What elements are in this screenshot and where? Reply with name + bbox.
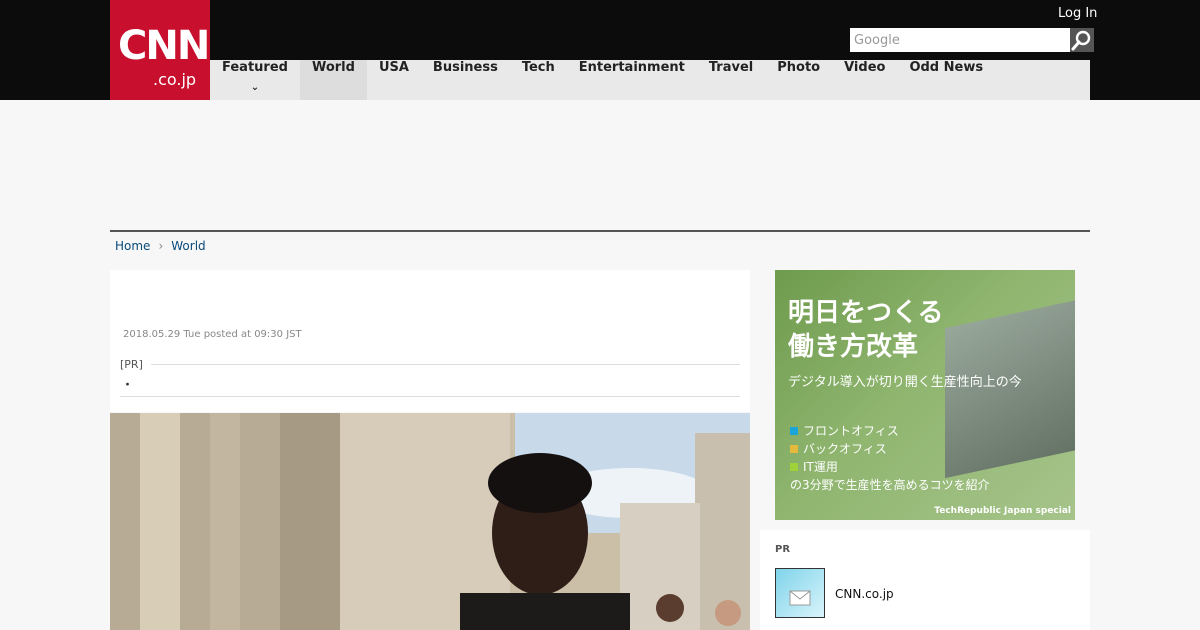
- section-divider: [110, 230, 1090, 232]
- bullet-square-icon: [790, 463, 798, 471]
- envelope-icon: [789, 590, 811, 606]
- logo-main-text: CNN: [118, 23, 210, 69]
- post-date: 2018.05.29 Tue posted at 09:30 JST: [123, 329, 302, 340]
- pr-row: [PR]: [120, 358, 740, 374]
- divider: [120, 364, 740, 365]
- pr-text[interactable]: ・: [122, 376, 133, 392]
- nav-video[interactable]: Video: [832, 60, 897, 100]
- nav-odd-news[interactable]: Odd News: [897, 60, 995, 100]
- ad-list-item: バックオフィス: [790, 441, 887, 457]
- photo-image: [110, 413, 750, 630]
- pr-item-link[interactable]: CNN.co.jp: [835, 587, 894, 601]
- ad-list-label: IT運用: [803, 460, 838, 474]
- search-icon: [1071, 30, 1091, 51]
- article-photo[interactable]: [110, 413, 750, 630]
- nav-label: Featured: [222, 60, 288, 75]
- breadcrumb: Home › World: [115, 238, 206, 254]
- ad-tagline: の3分野で生産性を高めるコツを紹介: [790, 478, 990, 492]
- search-input[interactable]: [850, 28, 1070, 52]
- nav-tech[interactable]: Tech: [510, 60, 567, 100]
- nav-travel[interactable]: Travel: [697, 60, 765, 100]
- nav-featured[interactable]: Featured ⌄: [210, 60, 300, 100]
- logo-sub-text: .co.jp: [153, 70, 197, 89]
- ad-brand: TechRepublic Japan special: [934, 506, 1071, 516]
- chevron-down-icon: ⌄: [250, 82, 260, 93]
- nav-world[interactable]: World: [299, 60, 367, 100]
- nav-entertainment[interactable]: Entertainment: [567, 60, 697, 100]
- bullet-square-icon: [790, 445, 798, 453]
- breadcrumb-home[interactable]: Home: [115, 238, 150, 254]
- ad-headline-2: 働き方改革: [788, 332, 919, 362]
- chevron-right-icon: ›: [158, 239, 164, 253]
- nav-business[interactable]: Business: [421, 60, 510, 100]
- top-bar: CNN .co.jp Log In Featured ⌄ World USA B…: [0, 0, 1200, 100]
- pr-box-label: PR: [775, 544, 791, 555]
- pr-thumbnail[interactable]: [775, 568, 825, 618]
- pr-box: PR CNN.co.jp: [760, 530, 1090, 630]
- ad-list-item: IT運用: [790, 459, 838, 475]
- nav-photo[interactable]: Photo: [765, 60, 832, 100]
- search-button[interactable]: [1070, 28, 1094, 52]
- ad-list-item: フロントオフィス: [790, 423, 899, 439]
- divider: [120, 396, 740, 397]
- ad-subtitle: デジタル導入が切り開く生産性向上の今: [788, 375, 1022, 390]
- breadcrumb-current[interactable]: World: [171, 238, 205, 254]
- ad-list-label: フロントオフィス: [803, 424, 899, 438]
- nav-usa[interactable]: USA: [367, 60, 421, 100]
- main-nav: Featured ⌄ World USA Business Tech Enter…: [210, 60, 1090, 100]
- pr-tag: [PR]: [120, 358, 151, 371]
- ad-banner[interactable]: 明日をつくる 働き方改革 デジタル導入が切り開く生産性向上の今 フロントオフィス…: [775, 270, 1075, 520]
- ad-list-label: バックオフィス: [803, 442, 887, 456]
- bullet-square-icon: [790, 427, 798, 435]
- ad-headline-1: 明日をつくる: [788, 298, 944, 328]
- article-header: 2018.05.29 Tue posted at 09:30 JST [PR] …: [110, 270, 750, 412]
- cnn-logo[interactable]: CNN .co.jp: [110, 0, 210, 100]
- login-link[interactable]: Log In: [1058, 6, 1097, 22]
